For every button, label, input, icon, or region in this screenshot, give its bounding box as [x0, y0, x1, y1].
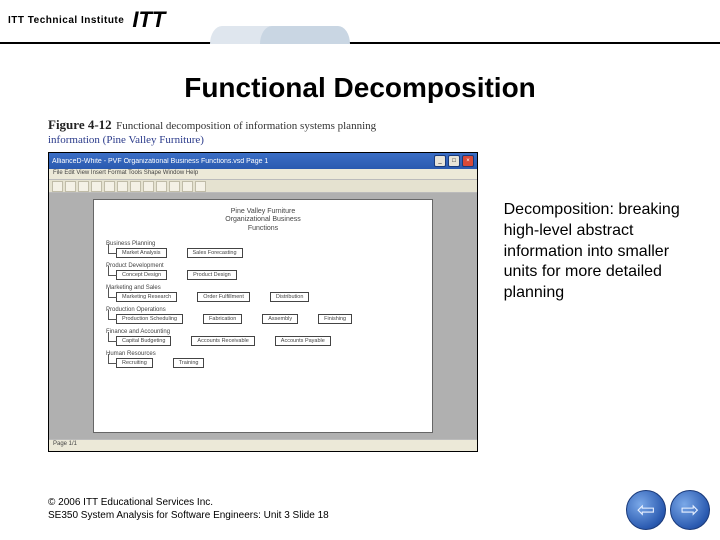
category-label: Production Operations: [104, 307, 422, 313]
slide-title: Functional Decomposition: [0, 72, 720, 104]
diagram-box: Sales Forecasting: [187, 248, 243, 258]
definition-text: Decomposition: breaking high-level abstr…: [504, 200, 690, 452]
diagram-box: Accounts Payable: [275, 336, 331, 346]
category-group: Production OperationsProduction Scheduli…: [104, 307, 422, 324]
category-label: Business Planning: [104, 241, 422, 247]
window-controls: _ □ ×: [434, 155, 474, 167]
diagram-box: Accounts Receivable: [191, 336, 254, 346]
maximize-button[interactable]: □: [448, 155, 460, 167]
toolbar-button[interactable]: [182, 181, 193, 192]
diagram-box: Marketing Research: [116, 292, 177, 302]
diagram-heading: Pine Valley Furniture Organizational Bus…: [104, 208, 422, 233]
toolbar-button[interactable]: [104, 181, 115, 192]
slide-header: ITT Technical Institute ITT: [0, 0, 720, 44]
category-items: Concept Design Product Design: [104, 270, 422, 280]
arrow-right-icon: ⇨: [681, 497, 699, 523]
category-group: Business PlanningMarket Analysis Sales Fo…: [104, 241, 422, 258]
diagram-page: Pine Valley Furniture Organizational Bus…: [93, 199, 433, 433]
diagram-box: Product Design: [187, 270, 237, 280]
category-items: Production Scheduling Fabrication Assembly…: [104, 314, 422, 324]
toolbar-button[interactable]: [78, 181, 89, 192]
course-info: SE350 System Analysis for Software Engin…: [48, 509, 329, 522]
figure-title: Functional decomposition of information …: [116, 120, 376, 132]
next-button[interactable]: ⇨: [670, 490, 710, 530]
statusbar: Page 1/1: [49, 439, 477, 451]
app-window: AllianceD-White - PVF Organizational Bus…: [48, 152, 478, 452]
institute-name: ITT Technical Institute: [8, 15, 124, 26]
category-label: Marketing and Sales: [104, 285, 422, 291]
arrow-left-icon: ⇦: [637, 497, 655, 523]
window-title: AllianceD-White - PVF Organizational Bus…: [52, 158, 268, 165]
toolbar-button[interactable]: [143, 181, 154, 192]
toolbar-button[interactable]: [156, 181, 167, 192]
category-group: Product DevelopmentConcept Design Product…: [104, 263, 422, 280]
category-items: Market Analysis Sales Forecasting: [104, 248, 422, 258]
diagram-head-line: Pine Valley Furniture: [104, 208, 422, 216]
figure-subtitle: information (Pine Valley Furniture): [48, 134, 480, 146]
category-group: Marketing and SalesMarketing Research Ord…: [104, 285, 422, 302]
category-label: Finance and Accounting: [104, 329, 422, 335]
figure-label: Figure 4-12: [48, 117, 112, 132]
diagram-box: Distribution: [270, 292, 310, 302]
prev-button[interactable]: ⇦: [626, 490, 666, 530]
copyright: © 2006 ITT Educational Services Inc.: [48, 496, 329, 509]
logo-text: ITT: [132, 7, 165, 33]
minimize-button[interactable]: _: [434, 155, 446, 167]
category-group: Finance and AccountingCapital Budgeting A…: [104, 329, 422, 346]
diagram-box: Fabrication: [203, 314, 242, 324]
diagram-box: Market Analysis: [116, 248, 167, 258]
toolbar-button[interactable]: [91, 181, 102, 192]
category-items: Marketing Research Order Fulfillment Distr…: [104, 292, 422, 302]
figure-column: Figure 4-12 Functional decomposition of …: [48, 116, 480, 452]
header-decoration: [210, 26, 370, 44]
category-label: Product Development: [104, 263, 422, 269]
slide-footer: © 2006 ITT Educational Services Inc. SE3…: [48, 496, 329, 522]
toolbar-button[interactable]: [195, 181, 206, 192]
close-button[interactable]: ×: [462, 155, 474, 167]
toolbar-button[interactable]: [130, 181, 141, 192]
toolbar-button[interactable]: [65, 181, 76, 192]
diagram-box: Order Fulfillment: [197, 292, 250, 302]
menubar[interactable]: File Edit View Insert Format Tools Shape…: [49, 169, 477, 180]
diagram-box: Recruiting: [116, 358, 153, 368]
category-items: Recruiting Training: [104, 358, 422, 368]
canvas: Pine Valley Furniture Organizational Bus…: [49, 193, 477, 439]
toolbar-button[interactable]: [117, 181, 128, 192]
diagram-box: Training: [173, 358, 205, 368]
toolbar-button[interactable]: [52, 181, 63, 192]
window-titlebar: AllianceD-White - PVF Organizational Bus…: [49, 153, 477, 169]
diagram-head-line: Functions: [104, 225, 422, 233]
diagram-head-line: Organizational Business: [104, 216, 422, 224]
logo: ITT Technical Institute ITT: [8, 4, 165, 36]
toolbar-button[interactable]: [169, 181, 180, 192]
toolbar: [49, 180, 477, 193]
diagram-box: Production Scheduling: [116, 314, 183, 324]
nav-buttons: ⇦ ⇨: [626, 490, 710, 530]
category-items: Capital Budgeting Accounts Receivable Acco…: [104, 336, 422, 346]
diagram-box: Assembly: [262, 314, 298, 324]
diagram-box: Concept Design: [116, 270, 167, 280]
category-label: Human Resources: [104, 351, 422, 357]
diagram-box: Finishing: [318, 314, 352, 324]
diagram-box: Capital Budgeting: [116, 336, 171, 346]
category-group: Human ResourcesRecruiting Training: [104, 351, 422, 368]
